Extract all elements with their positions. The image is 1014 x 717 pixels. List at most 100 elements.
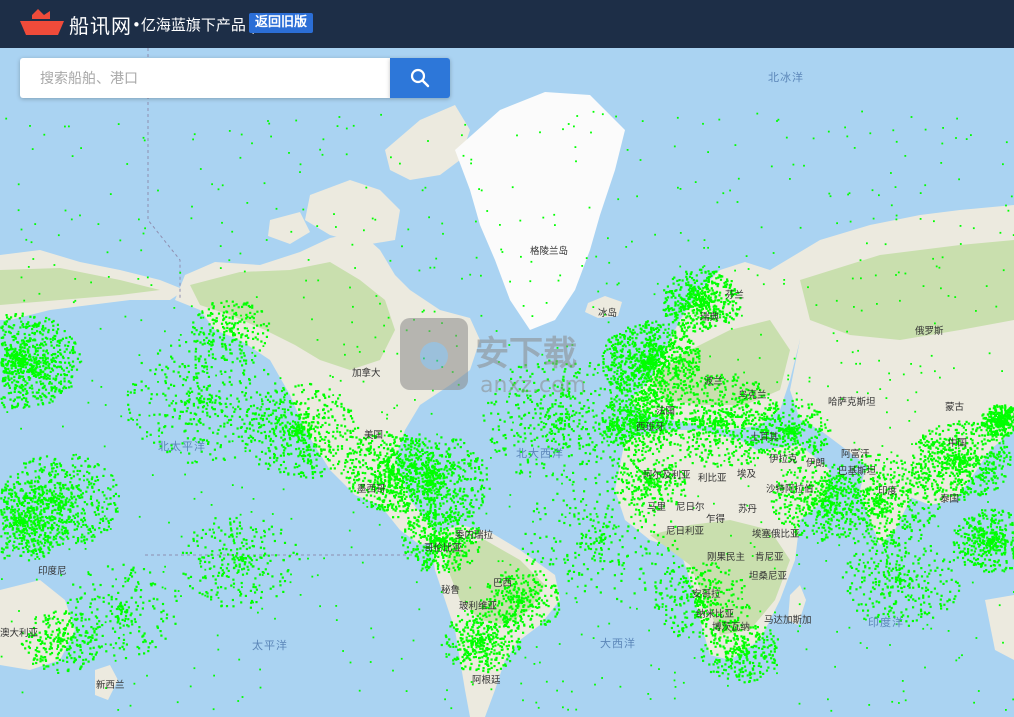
- vessel-dot: [41, 392, 44, 395]
- vessel-dot: [616, 387, 619, 390]
- vessel-dot: [393, 451, 396, 454]
- vessel-dot: [54, 457, 57, 461]
- vessel-dot: [320, 452, 323, 455]
- vessel-dot: [512, 583, 515, 586]
- vessel-dot: [399, 439, 403, 442]
- vessel-dot: [268, 420, 271, 423]
- vessel-dot: [440, 436, 443, 439]
- vessel-dot: [484, 613, 487, 617]
- vessel-dot: [398, 499, 402, 502]
- vessel-dot: [13, 390, 16, 393]
- vessel-dot: [394, 436, 397, 439]
- vessel-dot: [2, 360, 5, 363]
- vessel-dot: [512, 620, 515, 623]
- vessel-dot: [3, 496, 7, 499]
- vessel-dot: [23, 343, 26, 346]
- vessel-dot: [61, 542, 64, 545]
- vessel-dot: [427, 466, 430, 469]
- back-to-old-version-button[interactable]: 返回旧版: [249, 13, 314, 33]
- vessel-dot: [485, 636, 488, 639]
- vessel-dot: [5, 371, 8, 374]
- vessel-dot: [12, 356, 15, 359]
- vessel-dot: [21, 375, 25, 378]
- vessel-dot: [22, 396, 26, 400]
- vessel-dot: [97, 504, 100, 507]
- vessel-dot: [629, 352, 632, 355]
- vessel-dot: [383, 469, 386, 472]
- vessel-dot: [331, 435, 335, 438]
- vessel-dot: [13, 547, 16, 550]
- vessel-dot: [282, 433, 285, 437]
- vessel-dot: [498, 602, 501, 605]
- vessel-dot: [492, 652, 496, 655]
- vessel-dot: [273, 456, 276, 460]
- vessel-dot: [18, 482, 22, 486]
- world-map[interactable]: 安下载 anxz.com 北冰洋 北太平洋 北大西洋 太平洋 大西洋 印度洋 格…: [0, 48, 1014, 717]
- vessel-dot: [394, 485, 397, 488]
- vessel-dot: [558, 608, 561, 611]
- vessel-dot: [497, 643, 500, 646]
- vessel-dot: [448, 653, 451, 656]
- vessel-dot: [421, 518, 424, 522]
- vessel-dot: [494, 589, 498, 592]
- vessel-dot: [62, 387, 65, 390]
- vessel-dot: [421, 480, 424, 483]
- vessel-dot: [43, 466, 46, 469]
- vessel-dot: [278, 468, 281, 471]
- vessel-dot: [82, 523, 85, 526]
- vessel-dot: [40, 519, 43, 522]
- vessel-dot: [471, 521, 474, 524]
- vessel-dot: [367, 479, 370, 482]
- vessel-dot: [21, 365, 24, 368]
- vessel-dot: [55, 500, 58, 503]
- vessel-dot: [19, 345, 22, 348]
- vessel-dot: [19, 536, 22, 540]
- vessel-dot: [277, 420, 280, 423]
- vessel-dot: [266, 391, 270, 394]
- vessel-dot: [386, 452, 389, 455]
- vessel-dot: [3, 341, 6, 344]
- vessel-dot: [440, 538, 443, 541]
- vessel-dot: [466, 515, 469, 518]
- vessel-dot: [461, 498, 464, 501]
- vessel-dot: [16, 504, 19, 508]
- vessel-dot: [686, 351, 689, 354]
- vessel-dot: [404, 475, 407, 478]
- vessel-dot: [415, 471, 418, 474]
- vessel-dot: [59, 465, 62, 468]
- vessel-dot: [452, 645, 455, 648]
- vessel-dot: [466, 613, 469, 616]
- vessel-dot: [684, 366, 688, 369]
- vessel-dot: [678, 362, 681, 365]
- vessel-dot: [394, 509, 397, 512]
- vessel-dot: [522, 588, 525, 591]
- vessel-dot: [365, 448, 368, 451]
- vessel-dot: [681, 350, 684, 353]
- vessel-dot: [424, 444, 427, 447]
- vessel-dot: [314, 430, 317, 433]
- vessel-dot: [300, 401, 303, 405]
- vessel-dot: [395, 491, 398, 494]
- vessel-dot: [413, 447, 416, 450]
- vessel-dot: [309, 435, 312, 438]
- vessel-dot: [17, 332, 20, 336]
- vessel-dot: [425, 470, 428, 473]
- vessel-dot: [275, 459, 278, 462]
- brand-name[interactable]: 船讯网: [69, 10, 132, 39]
- vessel-dot: [49, 338, 52, 341]
- vessel-dot: [557, 604, 560, 607]
- vessel-dot: [291, 431, 294, 434]
- vessel-dot: [692, 342, 695, 345]
- vessel-dot: [360, 439, 363, 442]
- vessel-dot: [510, 592, 513, 595]
- vessel-dot: [7, 367, 10, 370]
- vessel-dot: [314, 425, 317, 428]
- vessel-dot: [35, 371, 38, 374]
- vessel-dot: [407, 444, 410, 447]
- vessel-dot: [29, 363, 32, 366]
- vessel-dot: [399, 473, 402, 476]
- vessel-dot: [44, 388, 48, 391]
- ship-logo-icon[interactable]: [18, 9, 66, 37]
- vessel-dot: [403, 461, 406, 464]
- vessel-dot: [308, 422, 311, 425]
